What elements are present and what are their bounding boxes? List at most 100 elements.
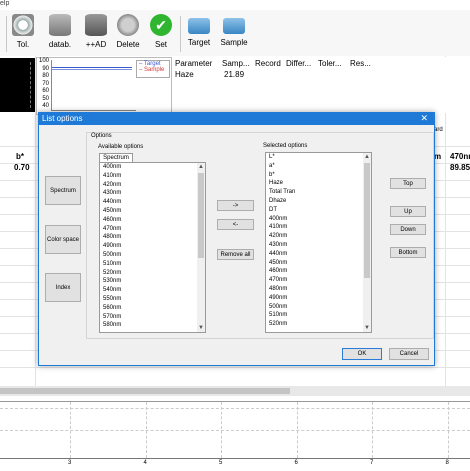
scroll-down-icon[interactable]: ▼ xyxy=(198,324,204,332)
list-item[interactable]: 520nm xyxy=(266,320,371,329)
available-list-scrollbar[interactable]: ▲ ▼ xyxy=(197,163,205,332)
list-item[interactable]: 450nm xyxy=(266,259,371,268)
list-item[interactable]: a* xyxy=(266,162,371,171)
bottom-chart: 3 4 5 6 7 8 xyxy=(0,401,470,471)
sample-button[interactable]: Sample xyxy=(219,12,249,54)
x-tick-label: 5 xyxy=(219,460,223,466)
partial-header: ard xyxy=(434,127,443,133)
sample-series-line xyxy=(52,69,132,70)
delete-button[interactable]: Delete xyxy=(114,12,142,54)
y-tick-label: 80 xyxy=(42,73,49,79)
cancel-button[interactable]: Cancel xyxy=(389,348,429,360)
list-item[interactable]: 420nm xyxy=(266,232,371,241)
list-item[interactable]: 500nm xyxy=(100,251,205,260)
list-item[interactable]: 410nm xyxy=(100,172,205,181)
list-item[interactable]: 510nm xyxy=(100,260,205,269)
dialog-titlebar[interactable]: List options ✕ xyxy=(39,113,434,125)
column-header[interactable]: Toler... xyxy=(318,59,342,68)
b-star-value: 0.70 xyxy=(14,163,30,172)
b-star-label: b* xyxy=(16,152,24,161)
list-item[interactable]: Dhaze xyxy=(266,197,371,206)
list-item[interactable]: DT xyxy=(266,206,371,215)
list-item[interactable]: 520nm xyxy=(100,269,205,278)
remove-option-button[interactable]: <- xyxy=(217,219,254,230)
list-item[interactable]: 440nm xyxy=(100,198,205,207)
chart-legend: – Target – Sample xyxy=(136,60,170,78)
list-item[interactable]: 400nm xyxy=(266,215,371,224)
list-item[interactable]: 400nm xyxy=(100,163,205,172)
add-option-button[interactable]: -> xyxy=(217,200,254,211)
move-down-button[interactable]: Down xyxy=(390,224,426,235)
list-item[interactable]: 490nm xyxy=(266,294,371,303)
target-button[interactable]: Target xyxy=(185,12,213,54)
column-header[interactable]: Record xyxy=(255,59,281,68)
list-item[interactable]: 580nm xyxy=(100,321,205,330)
column-header[interactable]: Differ... xyxy=(286,59,311,68)
available-options-list[interactable]: 400nm 410nm 420nm 430nm 440nm 450nm 460nm 470nm… xyxy=(99,162,206,333)
tolerance-button[interactable]: Tol. xyxy=(10,12,36,54)
list-item[interactable]: 410nm xyxy=(266,223,371,232)
list-item[interactable]: b* xyxy=(266,171,371,180)
spectrum-button[interactable]: Spectrum xyxy=(45,176,81,205)
menu-help[interactable]: elp xyxy=(0,0,9,7)
list-item[interactable]: 540nm xyxy=(100,286,205,295)
move-up-button[interactable]: Up xyxy=(390,206,426,217)
list-item[interactable]: L* xyxy=(266,153,371,162)
selected-options-list[interactable]: L* a* b* Haze Total Tran Dhaze DT 400nm 410nm 420… xyxy=(265,152,372,333)
scrollbar-thumb[interactable] xyxy=(364,163,370,278)
x-gridline xyxy=(296,402,299,458)
checkmark-icon: ✔ xyxy=(150,14,172,36)
scrollbar-thumb[interactable] xyxy=(198,173,204,258)
list-item[interactable]: 430nm xyxy=(100,189,205,198)
list-item[interactable]: 440nm xyxy=(266,250,371,259)
scroll-up-icon[interactable]: ▲ xyxy=(198,163,204,171)
y-tick-label: 60 xyxy=(42,88,49,94)
toolbar-separator xyxy=(6,16,7,52)
list-item[interactable]: 560nm xyxy=(100,304,205,313)
database-button[interactable]: datab. xyxy=(44,12,76,54)
move-top-button[interactable]: Top xyxy=(390,178,426,189)
list-item[interactable]: 460nm xyxy=(100,216,205,225)
toolbar: Tol. datab. ++AD Delete ✔ Set Target Sam… xyxy=(0,10,470,57)
scrollbar-thumb[interactable] xyxy=(0,388,290,394)
color-preview-panel xyxy=(0,58,35,112)
column-header[interactable]: Samp... xyxy=(222,59,250,68)
list-item[interactable]: 430nm xyxy=(266,241,371,250)
list-item[interactable]: Total Tran xyxy=(266,188,371,197)
recycle-delete-icon xyxy=(117,14,139,36)
add-database-button[interactable]: ++AD xyxy=(80,12,112,54)
parameter-table: Parameter Samp... Record Differ... Toler… xyxy=(172,57,470,113)
list-item[interactable]: 470nm xyxy=(100,225,205,234)
move-bottom-button[interactable]: Bottom xyxy=(390,247,426,258)
set-button[interactable]: ✔ Set xyxy=(148,12,174,54)
color-space-button[interactable]: Color space xyxy=(45,225,81,254)
column-header[interactable]: Res... xyxy=(350,59,371,68)
list-item[interactable]: 530nm xyxy=(100,277,205,286)
list-item[interactable]: 480nm xyxy=(266,285,371,294)
scroll-down-icon[interactable]: ▼ xyxy=(364,324,370,332)
database-icon xyxy=(49,14,71,36)
column-header[interactable]: Parameter xyxy=(175,59,212,68)
list-item[interactable]: 570nm xyxy=(100,313,205,322)
list-item[interactable]: 550nm xyxy=(100,295,205,304)
list-item[interactable]: 490nm xyxy=(100,242,205,251)
x-tick-label: 3 xyxy=(68,460,72,466)
selected-list-scrollbar[interactable]: ▲ ▼ xyxy=(363,153,371,332)
close-icon[interactable]: ✕ xyxy=(420,113,428,124)
list-item[interactable]: 420nm xyxy=(100,181,205,190)
dialog-title: List options xyxy=(42,114,83,123)
list-item[interactable]: 470nm xyxy=(266,276,371,285)
scroll-up-icon[interactable]: ▲ xyxy=(364,153,370,161)
remove-all-button[interactable]: Remove all xyxy=(217,249,254,260)
list-item[interactable]: 510nm xyxy=(266,311,371,320)
y-tick-label: 100 xyxy=(38,58,49,64)
list-item[interactable]: 460nm xyxy=(266,267,371,276)
index-button[interactable]: Index xyxy=(45,273,81,302)
ok-button[interactable]: OK xyxy=(342,348,382,360)
list-item[interactable]: 480nm xyxy=(100,233,205,242)
list-item[interactable]: 450nm xyxy=(100,207,205,216)
list-item[interactable]: 500nm xyxy=(266,303,371,312)
wavelength-col-label: 470nm xyxy=(450,152,470,161)
add-database-icon xyxy=(85,14,107,36)
list-item[interactable]: Haze xyxy=(266,179,371,188)
